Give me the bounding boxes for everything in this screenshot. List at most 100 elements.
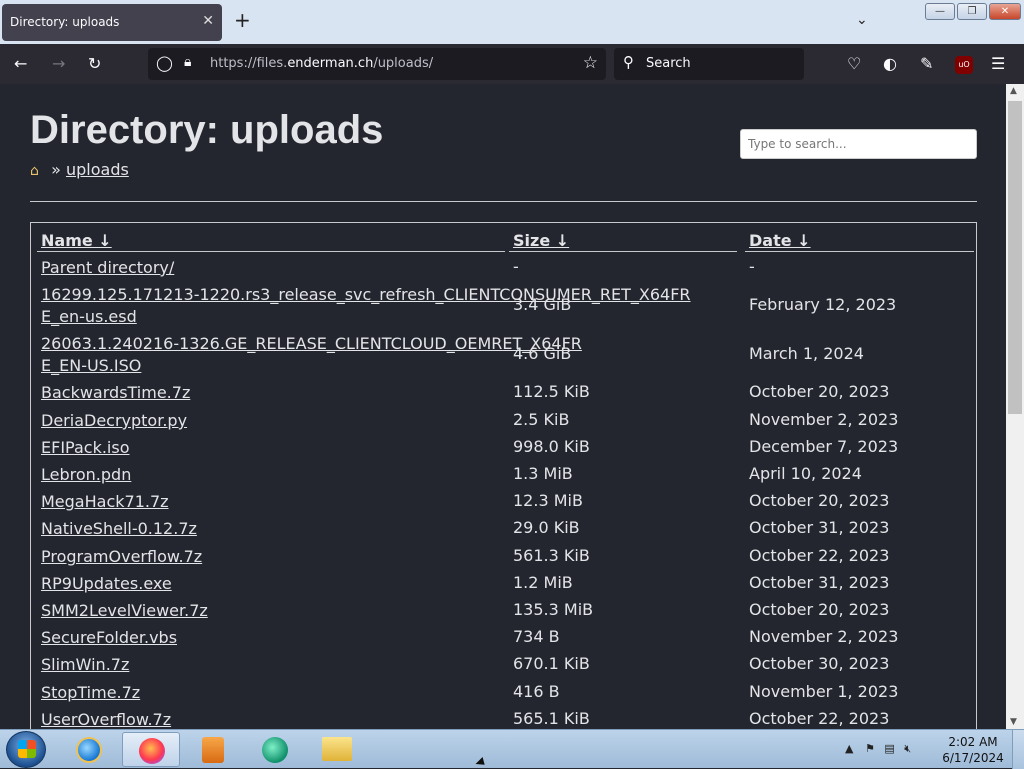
breadcrumb: ⌂ » uploads [30,160,129,179]
page-title: Directory: uploads [30,108,384,152]
restore-button[interactable]: ❐ [957,3,987,20]
file-date: October 31, 2023 [749,573,890,592]
bookmark-star-icon[interactable]: ☆ [583,53,598,73]
scroll-down-arrow-icon[interactable]: ▼ [1010,717,1017,727]
firefox-icon [139,738,165,764]
taskbar-internet-explorer[interactable] [60,732,118,767]
file-size: 561.3 KiB [513,546,590,565]
folder-icon [322,737,352,761]
file-table: Name ↓ Size ↓ Date ↓ Parent directory/ -… [30,222,977,729]
taskbar-clock[interactable]: 2:02 AM 6/17/2024 [940,734,1006,766]
pocket-icon[interactable]: ♡ [847,54,861,74]
file-link[interactable]: SlimWin.7z [41,654,691,676]
taskbar-file-explorer[interactable] [308,732,366,767]
file-date: November 2, 2023 [749,627,899,646]
list-all-tabs-icon[interactable]: ⌄ [856,12,868,28]
volume-muted-icon[interactable]: 🔇︎ [904,742,911,755]
file-date: October 20, 2023 [749,600,890,619]
column-header-date[interactable]: Date ↓ [749,231,811,250]
search-bar[interactable]: ⚲ Search [614,48,804,80]
close-window-button[interactable]: ✕ [989,3,1021,20]
file-link[interactable]: UserOverflow.7z [41,709,691,729]
header-underline [37,251,505,252]
file-size: 1.3 MiB [513,464,573,483]
new-tab-button[interactable]: + [234,10,251,30]
breadcrumb-link-uploads[interactable]: uploads [66,160,129,179]
divider [30,201,977,202]
lock-icon[interactable]: 🔒︎ [184,54,191,70]
file-link[interactable]: ProgramOverflow.7z [41,546,691,568]
file-size: 135.3 MiB [513,600,594,619]
file-link[interactable]: NativeShell-0.12.7z [41,518,691,540]
file-date: October 22, 2023 [749,546,890,565]
page-content: Directory: uploads ⌂ » uploads Name ↓ Si… [0,84,1006,729]
container-icon[interactable]: ◐ [883,54,897,74]
column-header-size[interactable]: Size ↓ [513,231,569,250]
file-size: 1.2 MiB [513,573,573,592]
address-bar[interactable]: ◯ 🔒︎ https://files.enderman.ch/uploads/ … [148,48,606,80]
taskbar-firefox[interactable] [122,732,180,767]
media-player-icon [202,737,224,763]
file-link[interactable]: 26063.1.240216-1326.GE_RELEASE_CLIENTCLO… [41,333,591,377]
file-link[interactable]: Parent directory/ [41,257,691,279]
file-date: November 1, 2023 [749,682,899,701]
file-search-input[interactable] [740,129,977,159]
file-size: 416 B [513,682,560,701]
tab-title: Directory: uploads [10,15,120,29]
home-icon[interactable]: ⌂ [30,163,46,179]
back-icon[interactable]: ← [14,54,27,74]
ublock-origin-icon[interactable]: uO [955,56,973,74]
file-link[interactable]: MegaHack71.7z [41,491,691,513]
file-link[interactable]: StopTime.7z [41,682,691,704]
app-icon [262,737,288,763]
windows-logo-icon [18,740,36,758]
taskbar: ▲ ⚑ ▤ 🔇︎ 2:02 AM 6/17/2024 [0,729,1024,769]
file-date: November 2, 2023 [749,410,899,429]
menu-icon[interactable]: ☰ [991,54,1005,74]
show-desktop-button[interactable] [1012,730,1024,769]
scroll-up-arrow-icon[interactable]: ▲ [1010,86,1017,96]
forward-icon[interactable]: → [52,54,65,74]
file-link[interactable]: RP9Updates.exe [41,573,691,595]
file-date: October 31, 2023 [749,518,890,537]
breadcrumb-separator: » [51,160,61,179]
vertical-scrollbar[interactable]: ▲ ▼ [1006,84,1024,729]
file-link[interactable]: BackwardsTime.7z [41,382,691,404]
file-size: 3.4 GiB [513,295,572,314]
tab-directory-uploads[interactable]: Directory: uploads ✕ [2,4,222,41]
file-link[interactable]: DeriaDecryptor.py [41,410,691,432]
file-size: 12.3 MiB [513,491,583,510]
tab-close-icon[interactable]: ✕ [202,13,214,29]
tracking-protection-icon[interactable]: ◯ [156,54,173,72]
url-text[interactable]: https://files.enderman.ch/uploads/ [210,56,433,71]
scrollbar-thumb[interactable] [1008,101,1022,414]
taskbar-media-player[interactable] [184,732,242,767]
minimize-button[interactable]: — [925,3,955,20]
column-header-name[interactable]: Name ↓ [41,231,112,250]
reload-icon[interactable]: ↻ [88,54,101,74]
file-date: October 20, 2023 [749,491,890,510]
file-size: 29.0 KiB [513,518,580,537]
system-tray: ▲ ⚑ ▤ 🔇︎ [845,742,911,756]
file-link[interactable]: Lebron.pdn [41,464,691,486]
file-link[interactable]: SMM2LevelViewer.7z [41,600,691,622]
search-icon: ⚲ [623,53,634,71]
extensions-icon[interactable]: ✎ [920,54,933,74]
file-size: 734 B [513,627,560,646]
file-link[interactable]: EFIPack.iso [41,437,691,459]
start-button[interactable] [6,731,46,768]
show-hidden-icons-icon[interactable]: ▲ [845,742,853,755]
header-underline [509,251,737,252]
file-size: 112.5 KiB [513,382,590,401]
action-center-flag-icon[interactable]: ⚑ [865,742,875,755]
network-icon[interactable]: ▤ [884,742,894,755]
taskbar-app[interactable] [246,732,304,767]
clock-date: 6/17/2024 [942,751,1004,765]
file-link[interactable]: SecureFolder.vbs [41,627,691,649]
file-size: 670.1 KiB [513,654,590,673]
file-date: October 30, 2023 [749,654,890,673]
file-link[interactable]: 16299.125.171213-1220.rs3_release_svc_re… [41,284,691,328]
file-date: October 20, 2023 [749,382,890,401]
navigation-toolbar: ← → ↻ ◯ 🔒︎ https://files.enderman.ch/upl… [0,44,1024,84]
clock-time: 2:02 AM [948,735,998,749]
